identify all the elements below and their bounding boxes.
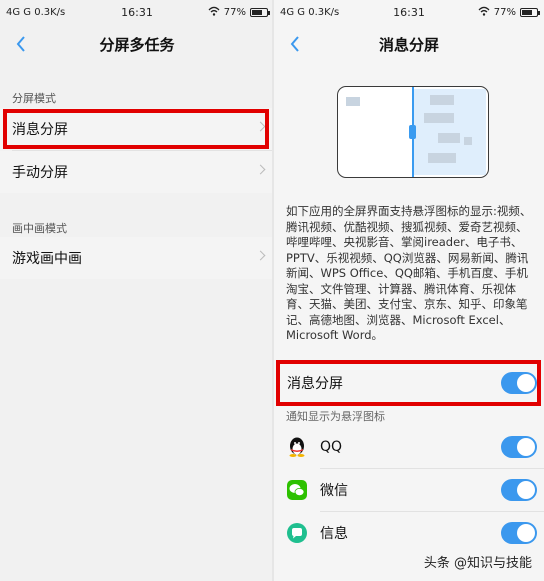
status-time: 16:31 (121, 5, 153, 19)
toggle-knob (517, 524, 535, 542)
watermark: 头条 @知识与技能 (423, 556, 532, 571)
section-label-notify: 通知显示为悬浮图标 (286, 410, 385, 423)
placeholder-block (464, 137, 472, 145)
wechat-icon (287, 480, 307, 500)
qq-penguin-icon (287, 437, 307, 457)
section-label-pip-mode: 画中画模式 (12, 222, 67, 235)
highlight-box (3, 109, 269, 149)
placeholder-block (424, 113, 454, 123)
status-bar: 4G G 0.3K/s 16:31 77% (0, 0, 274, 24)
split-screen-settings-panel: 4G G 0.3K/s 16:31 77% 分屏多任务 分屏模式 消息分屏 手动… (0, 0, 274, 581)
battery-icon (520, 7, 540, 17)
split-screen-illustration (337, 86, 489, 178)
toggle-knob (517, 481, 535, 499)
page-title: 分屏多任务 (99, 35, 175, 54)
app-label: 微信 (320, 483, 348, 499)
page-title: 消息分屏 (378, 35, 439, 54)
row-game-pip[interactable]: 游戏画中画 (0, 237, 274, 279)
row-label: 手动分屏 (12, 165, 68, 181)
app-label: QQ (320, 439, 343, 455)
toggle-knob (517, 438, 535, 456)
row-manual-split[interactable]: 手动分屏 (0, 151, 274, 193)
placeholder-block (430, 95, 454, 105)
chevron-right-icon (255, 164, 266, 175)
row-app-qq: QQ (274, 426, 544, 468)
supported-apps-description: 如下应用的全屏界面支持悬浮图标的显示:视频、腾讯视频、优酷视频、搜狐视频、爱奇艺… (286, 204, 532, 342)
highlight-box (276, 360, 541, 406)
status-time: 16:31 (393, 5, 425, 19)
placeholder-block (438, 133, 460, 143)
status-bar: 4G G 0.3K/s 16:31 77% (274, 0, 544, 24)
back-button[interactable] (284, 32, 306, 56)
row-app-messages: 信息 (274, 512, 544, 554)
back-button[interactable] (10, 32, 32, 56)
chevron-left-icon (290, 36, 299, 52)
app-label: 信息 (320, 526, 348, 542)
wechat-toggle[interactable] (501, 479, 537, 501)
chevron-right-icon (255, 250, 266, 261)
placeholder-block (346, 97, 360, 106)
nav-bar: 消息分屏 (274, 24, 544, 64)
battery-icon (250, 7, 270, 17)
nav-bar: 分屏多任务 (0, 24, 274, 64)
row-label: 游戏画中画 (12, 251, 82, 267)
messages-icon (287, 523, 307, 543)
message-split-panel: 4G G 0.3K/s 16:31 77% 消息分屏 如下应用的全屏界面支持悬浮… (274, 0, 544, 581)
section-label-split-mode: 分屏模式 (12, 92, 56, 105)
placeholder-block (428, 153, 456, 163)
row-app-wechat: 微信 (274, 469, 544, 511)
messages-toggle[interactable] (501, 522, 537, 544)
qq-toggle[interactable] (501, 436, 537, 458)
split-handle-icon (409, 125, 416, 139)
chevron-left-icon (16, 36, 25, 52)
